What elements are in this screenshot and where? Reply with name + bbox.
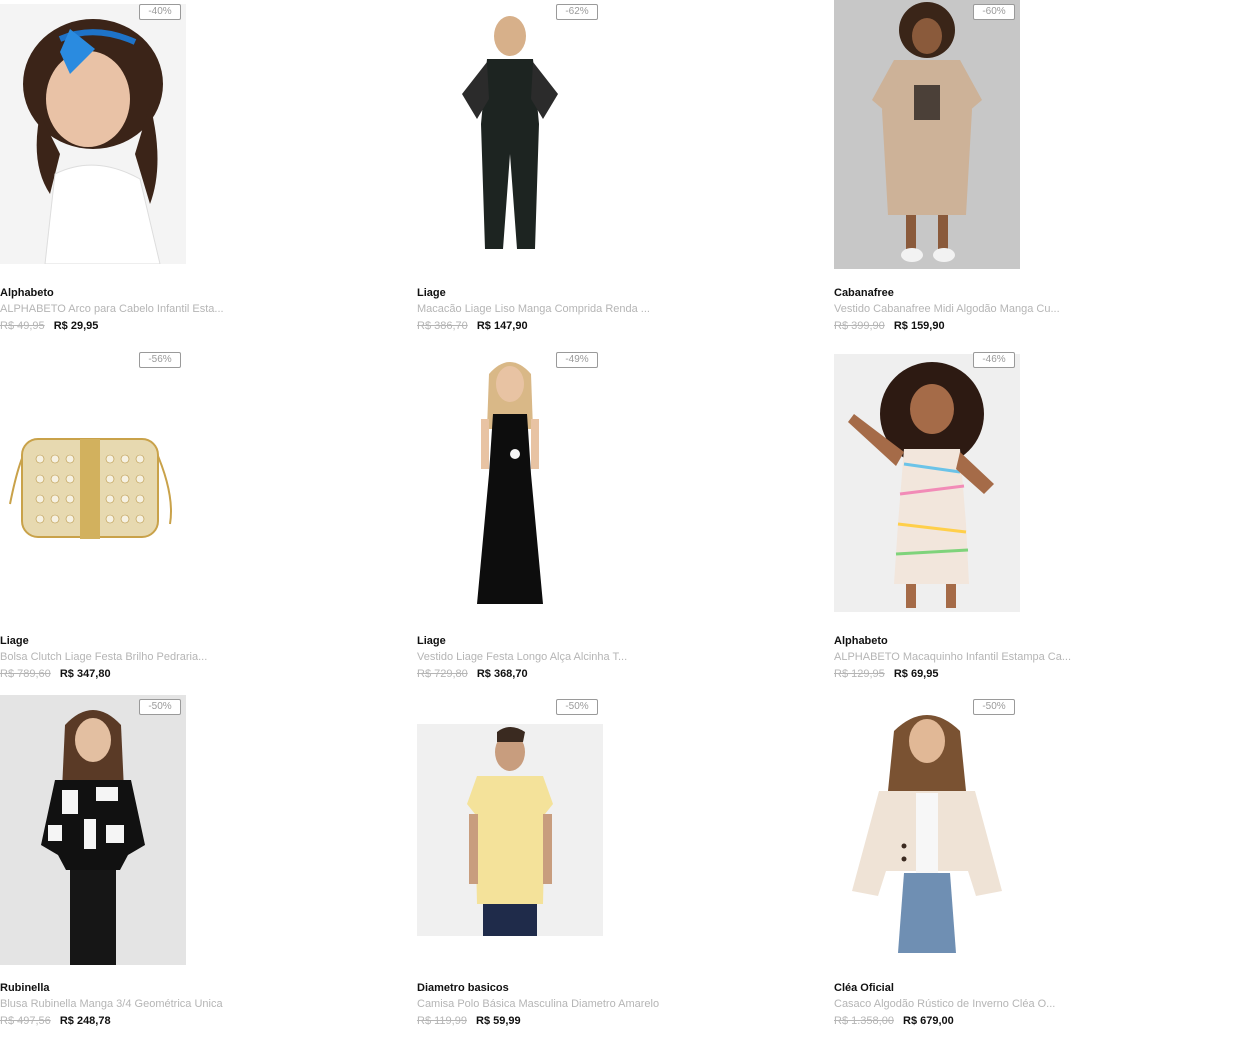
product-brand[interactable]: Liage xyxy=(417,635,446,647)
current-price: R$ 248,78 xyxy=(59,1015,111,1027)
product-card[interactable]: -56% Liage Bolsa Clutch Liage Festa Bril… xyxy=(0,348,400,693)
product-card[interactable]: -50% Cléa Oficial Casaco Algodão Rústico… xyxy=(834,695,1234,1040)
yellow-polo-photo[interactable] xyxy=(417,724,603,936)
product-name[interactable]: Vestido Liage Festa Longo Alça Alcinha T… xyxy=(417,651,627,663)
discount-badge: -49% xyxy=(556,352,598,368)
product-prices: R$ 386,70 R$ 147,90 xyxy=(417,320,528,332)
product-card[interactable]: -62% Liage Macacão Liage Liso Manga Comp… xyxy=(417,0,817,345)
black-long-dress-photo[interactable] xyxy=(417,354,603,612)
discount-badge: -40% xyxy=(139,4,181,20)
product-image-area[interactable]: -62% xyxy=(417,0,603,272)
current-price: R$ 347,80 xyxy=(59,668,111,680)
product-image-area[interactable]: -60% xyxy=(834,0,1020,272)
product-image-area[interactable]: -46% xyxy=(834,348,1020,620)
product-image-area[interactable]: -50% xyxy=(417,695,603,967)
old-price: R$ 1.358,00 xyxy=(834,1015,894,1027)
current-price: R$ 368,70 xyxy=(476,668,528,680)
discount-badge: -50% xyxy=(556,699,598,715)
girl-blue-bow-photo[interactable] xyxy=(0,4,186,264)
product-prices: R$ 399,90 R$ 159,90 xyxy=(834,320,945,332)
product-name[interactable]: ALPHABETO Arco para Cabelo Infantil Esta… xyxy=(0,303,224,315)
product-brand[interactable]: Cabanafree xyxy=(834,287,894,299)
current-price: R$ 159,90 xyxy=(893,320,945,332)
product-name[interactable]: Bolsa Clutch Liage Festa Brilho Pedraria… xyxy=(0,651,207,663)
product-image-area[interactable]: -50% xyxy=(834,695,1020,967)
product-brand[interactable]: Alphabeto xyxy=(0,287,54,299)
product-name[interactable]: Camisa Polo Básica Masculina Diametro Am… xyxy=(417,998,659,1010)
product-image-area[interactable]: -49% xyxy=(417,348,603,620)
product-card[interactable]: -50% Rubinella Blusa Rubinella Manga 3/4… xyxy=(0,695,400,1040)
current-price: R$ 147,90 xyxy=(476,320,528,332)
pearl-clutch-photo[interactable] xyxy=(0,354,186,612)
product-prices: R$ 729,80 R$ 368,70 xyxy=(417,668,528,680)
product-card[interactable]: -60% Cabanafree Vestido Cabanafree Midi … xyxy=(834,0,1234,345)
product-image-area[interactable]: -50% xyxy=(0,695,186,967)
old-price: R$ 789,60 xyxy=(0,668,51,680)
discount-badge: -60% xyxy=(973,4,1015,20)
product-brand[interactable]: Diametro basicos xyxy=(417,982,509,994)
discount-badge: -50% xyxy=(139,699,181,715)
product-name[interactable]: Casaco Algodão Rústico de Inverno Cléa O… xyxy=(834,998,1055,1010)
old-price: R$ 497,56 xyxy=(0,1015,51,1027)
black-jumpsuit-photo[interactable] xyxy=(417,4,603,264)
product-card[interactable]: -40% Alphabeto ALPHABETO Arco para Cabel… xyxy=(0,0,400,345)
discount-badge: -50% xyxy=(973,699,1015,715)
product-prices: R$ 497,56 R$ 248,78 xyxy=(0,1015,111,1027)
product-prices: R$ 49,95 R$ 29,95 xyxy=(0,320,98,332)
old-price: R$ 119,99 xyxy=(417,1015,467,1027)
current-price: R$ 59,99 xyxy=(476,1015,521,1027)
product-brand[interactable]: Liage xyxy=(417,287,446,299)
product-image-area[interactable]: -40% xyxy=(0,0,186,272)
product-name[interactable]: ALPHABETO Macaquinho Infantil Estampa Ca… xyxy=(834,651,1071,663)
old-price: R$ 399,90 xyxy=(834,320,885,332)
old-price: R$ 129,95 xyxy=(834,668,885,680)
product-prices: R$ 129,95 R$ 69,95 xyxy=(834,668,938,680)
product-brand[interactable]: Alphabeto xyxy=(834,635,888,647)
old-price: R$ 49,95 xyxy=(0,320,45,332)
discount-badge: -56% xyxy=(139,352,181,368)
beige-coat-photo[interactable] xyxy=(834,701,1020,953)
current-price: R$ 679,00 xyxy=(903,1015,954,1027)
beige-tshirt-dress-photo[interactable] xyxy=(834,0,1020,269)
product-prices: R$ 119,99 R$ 59,99 xyxy=(417,1015,521,1027)
product-prices: R$ 789,60 R$ 347,80 xyxy=(0,668,111,680)
product-name[interactable]: Macacão Liage Liso Manga Comprida Renda … xyxy=(417,303,650,315)
product-name[interactable]: Blusa Rubinella Manga 3/4 Geométrica Uni… xyxy=(0,998,223,1010)
product-prices: R$ 1.358,00 R$ 679,00 xyxy=(834,1015,954,1027)
discount-badge: -46% xyxy=(973,352,1015,368)
girl-print-romper-photo[interactable] xyxy=(834,354,1020,612)
discount-badge: -62% xyxy=(556,4,598,20)
product-card[interactable]: -50% Diametro basicos Camisa Polo Básica… xyxy=(417,695,817,1040)
current-price: R$ 69,95 xyxy=(893,668,939,680)
product-brand[interactable]: Liage xyxy=(0,635,29,647)
geometric-blouse-photo[interactable] xyxy=(0,695,186,965)
product-brand[interactable]: Cléa Oficial xyxy=(834,982,894,994)
old-price: R$ 386,70 xyxy=(417,320,468,332)
product-image-area[interactable]: -56% xyxy=(0,348,186,620)
product-card[interactable]: -49% Liage Vestido Liage Festa Longo Alç… xyxy=(417,348,817,693)
product-name[interactable]: Vestido Cabanafree Midi Algodão Manga Cu… xyxy=(834,303,1060,315)
old-price: R$ 729,80 xyxy=(417,668,468,680)
current-price: R$ 29,95 xyxy=(53,320,99,332)
product-brand[interactable]: Rubinella xyxy=(0,982,50,994)
product-card[interactable]: -46% Alphabeto ALPHABETO Macaquinho Infa… xyxy=(834,348,1234,693)
